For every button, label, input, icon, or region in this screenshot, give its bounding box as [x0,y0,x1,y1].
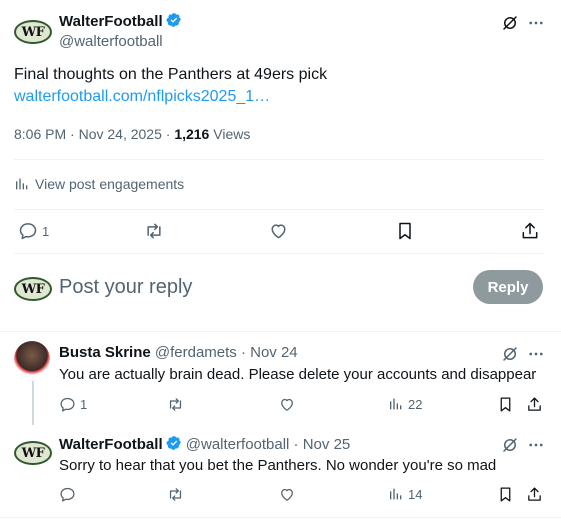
reply-author-name[interactable]: Busta Skrine [59,344,151,361]
author-name[interactable]: WalterFootball [59,13,163,30]
reply-action[interactable]: 1 [59,396,87,413]
author-avatar[interactable]: WF [14,441,52,465]
bookmark-icon[interactable] [395,221,415,241]
view-engagements-link[interactable]: View post engagements [14,176,184,192]
bookmark-icon[interactable] [497,396,514,413]
thread-line [32,381,34,425]
reply-date[interactable]: · Nov 24 [237,344,298,361]
reply-text: You are actually brain dead. Please dele… [59,366,537,383]
views-label: Views [209,126,251,142]
user-avatar[interactable] [14,341,50,377]
author-avatar[interactable]: WF [14,20,52,44]
repost-icon[interactable] [166,486,185,503]
more-icon[interactable] [527,436,545,454]
divider [14,159,544,160]
engagements-label: View post engagements [35,176,185,192]
views-action[interactable]: 14 [388,486,422,502]
reply-action[interactable]: 1 [18,221,49,241]
bookmark-icon[interactable] [497,486,514,503]
share-icon[interactable] [520,221,540,241]
verified-badge-icon [166,435,182,456]
verified-badge-icon [166,12,182,34]
reply-action[interactable] [59,486,80,503]
reply-date[interactable]: · Nov 25 [289,436,351,453]
avatar-text: WF [21,281,45,297]
reply-author-handle[interactable]: @walterfootball [186,436,290,453]
views-count: 14 [408,486,423,502]
grok-icon[interactable] [501,14,519,32]
more-icon[interactable] [527,14,545,32]
repost-icon[interactable] [166,396,185,413]
reply-text: Sorry to hear that you bet the Panthers.… [59,457,497,474]
post-text: Final thoughts on the Panthers at 49ers … [14,66,328,83]
reply-header: WalterFootball @walterfootball · Nov 25 [59,435,350,456]
post-meta: 8:06 PM · Nov 24, 2025 · 1,216 Views [14,125,250,143]
reply-count: 1 [42,223,50,239]
reply-input[interactable]: Post your reply [59,275,192,299]
composer-avatar: WF [14,277,52,301]
views-icon [388,396,404,412]
views-count: 22 [408,396,423,412]
author-handle[interactable]: @walterfootball [59,32,163,52]
repost-icon[interactable] [143,221,165,241]
views-action[interactable]: 22 [388,396,422,412]
share-icon[interactable] [526,396,543,413]
more-icon[interactable] [527,345,545,363]
reply-icon [59,396,76,413]
share-icon[interactable] [526,486,543,503]
avatar-text: WF [21,445,45,461]
like-icon[interactable] [278,486,296,503]
reply-header: Busta Skrine @ferdamets · Nov 24 [59,344,298,362]
like-icon[interactable] [268,221,289,241]
views-count: 1,216 [174,126,210,142]
grok-icon[interactable] [501,436,519,454]
post-time[interactable]: 8:06 PM · Nov 24, 2025 · [14,126,174,142]
divider [14,209,544,210]
reply-author-name[interactable]: WalterFootball [59,436,163,453]
grok-icon[interactable] [501,345,519,363]
divider [0,331,561,332]
divider [0,517,561,518]
reply-icon [18,221,38,241]
post-link[interactable]: walterfootball.com/nflpicks2025_1… [14,86,270,107]
reply-icon [59,486,76,503]
analytics-icon [14,176,30,192]
reply-author-handle[interactable]: @ferdamets [155,344,237,361]
like-icon[interactable] [278,396,296,413]
avatar-text: WF [21,24,45,40]
views-icon [388,486,404,502]
author-name-row[interactable]: WalterFootball [59,12,182,34]
divider [14,253,544,254]
reply-count: 1 [80,397,88,412]
reply-button[interactable]: Reply [473,270,543,304]
